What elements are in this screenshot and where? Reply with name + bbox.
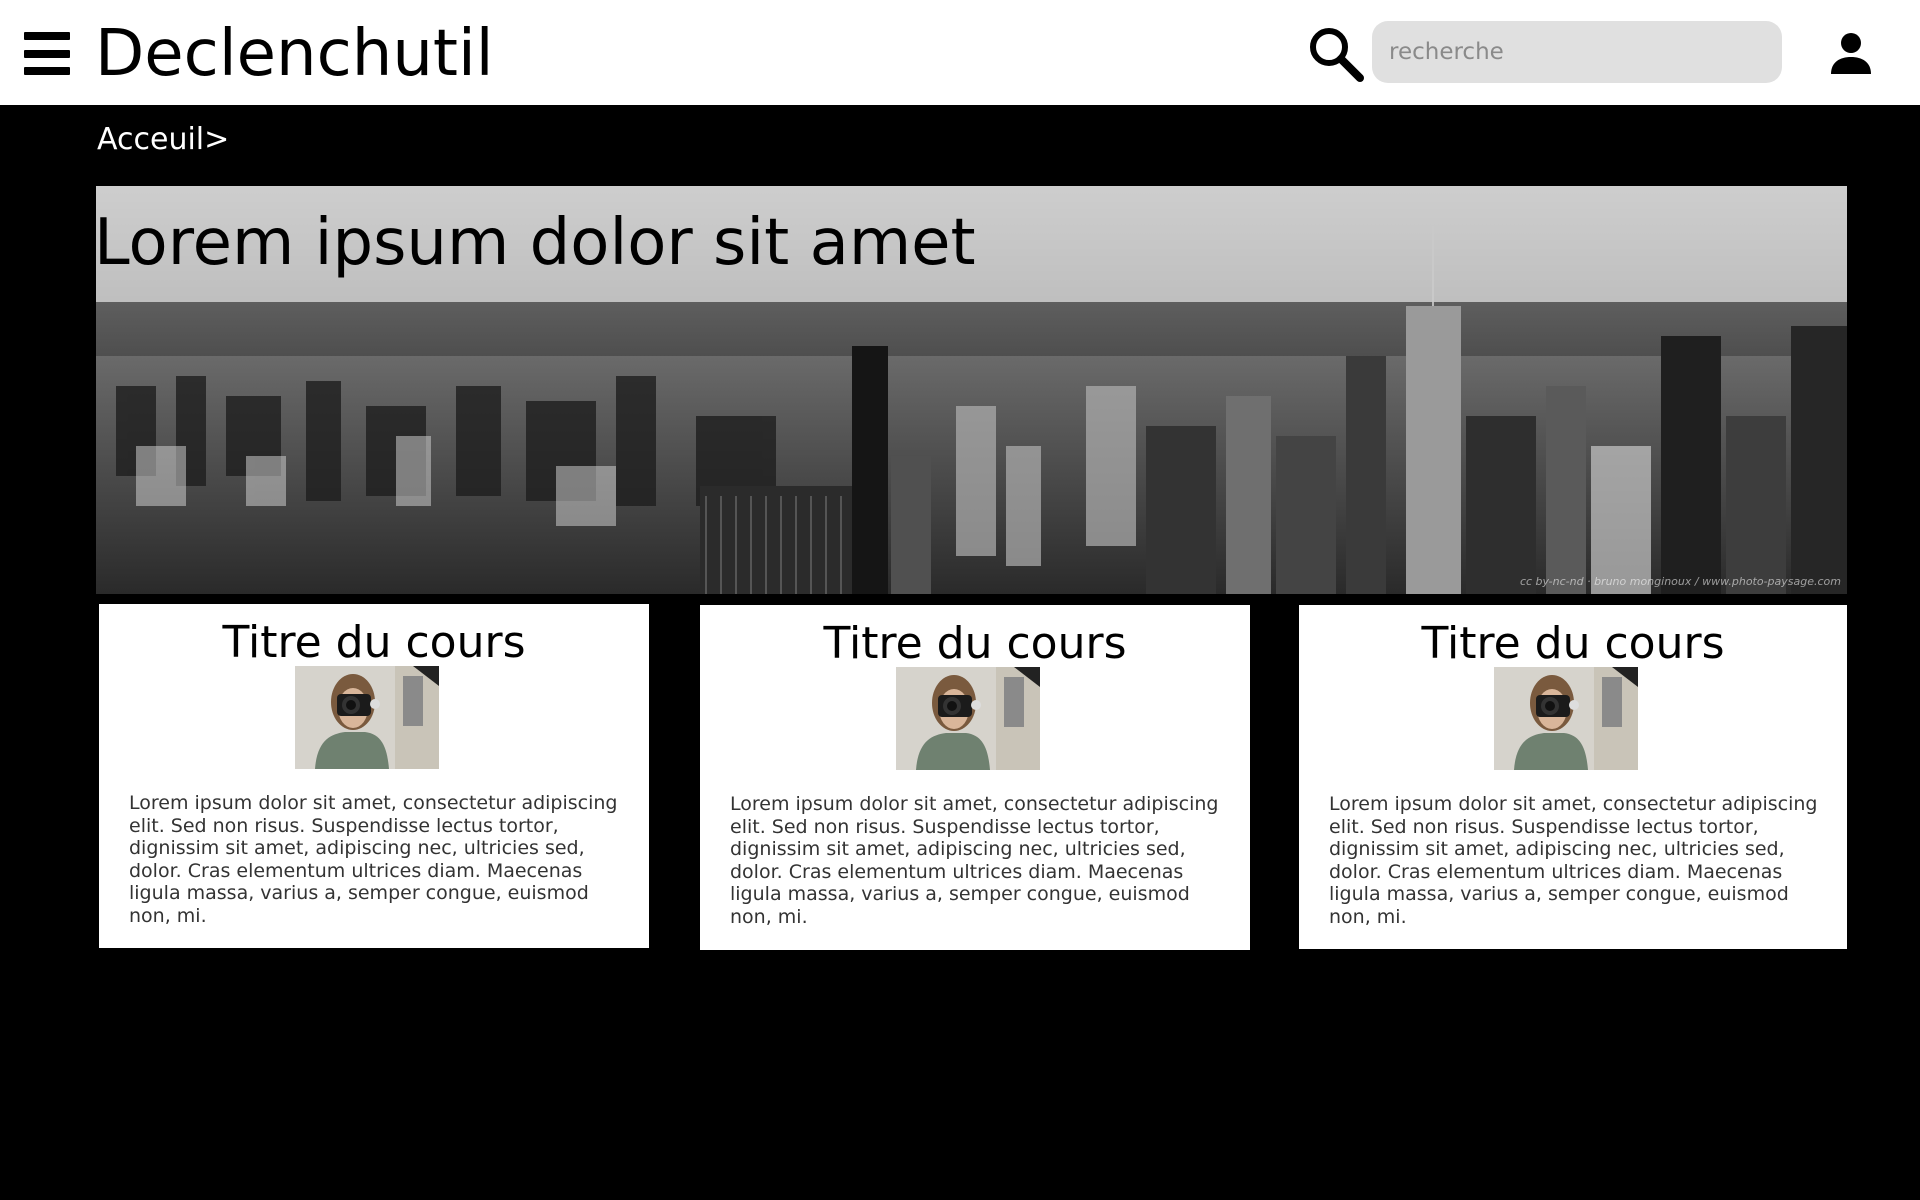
hero-title: Lorem ipsum dolor sit amet bbox=[96, 206, 976, 280]
photographer-image bbox=[1494, 667, 1638, 770]
course-title[interactable]: Titre du cours bbox=[700, 617, 1250, 671]
course-thumbnail[interactable] bbox=[896, 667, 1040, 770]
user-icon-graphic bbox=[1831, 33, 1871, 74]
search-input[interactable] bbox=[1372, 21, 1782, 83]
search-icon[interactable] bbox=[1306, 24, 1364, 82]
course-thumbnail[interactable] bbox=[1494, 667, 1638, 770]
course-description: Lorem ipsum dolor sit amet, consectetur … bbox=[1329, 793, 1818, 928]
menu-bar bbox=[24, 49, 70, 58]
hamburger-menu-icon[interactable] bbox=[24, 32, 70, 75]
search-icon-graphic bbox=[1310, 28, 1364, 82]
menu-bar bbox=[24, 32, 70, 40]
photographer-image bbox=[896, 667, 1040, 770]
course-description: Lorem ipsum dolor sit amet, consectetur … bbox=[730, 793, 1219, 928]
course-title[interactable]: Titre du cours bbox=[99, 616, 649, 670]
course-card[interactable]: Titre du cours Lorem ipsum dolor sit ame… bbox=[700, 605, 1250, 950]
user-icon[interactable] bbox=[1830, 32, 1872, 74]
site-title[interactable]: Declenchutil bbox=[95, 18, 494, 90]
breadcrumb[interactable]: Acceuil> bbox=[97, 122, 229, 157]
course-description: Lorem ipsum dolor sit amet, consectetur … bbox=[129, 792, 618, 927]
photographer-image bbox=[295, 666, 439, 769]
course-thumbnail[interactable] bbox=[295, 666, 439, 769]
top-header: Declenchutil bbox=[0, 0, 1920, 105]
photo-credit: cc by-nc-nd · bruno monginoux / www.phot… bbox=[1519, 575, 1841, 588]
menu-bar bbox=[24, 67, 70, 75]
hero-banner: Lorem ipsum dolor sit amet cc by-nc-nd ·… bbox=[96, 186, 1847, 594]
course-title[interactable]: Titre du cours bbox=[1299, 617, 1847, 671]
course-card[interactable]: Titre du cours Lorem ipsum dolor sit ame… bbox=[99, 604, 649, 948]
course-card[interactable]: Titre du cours Lorem ipsum dolor sit ame… bbox=[1299, 605, 1847, 949]
